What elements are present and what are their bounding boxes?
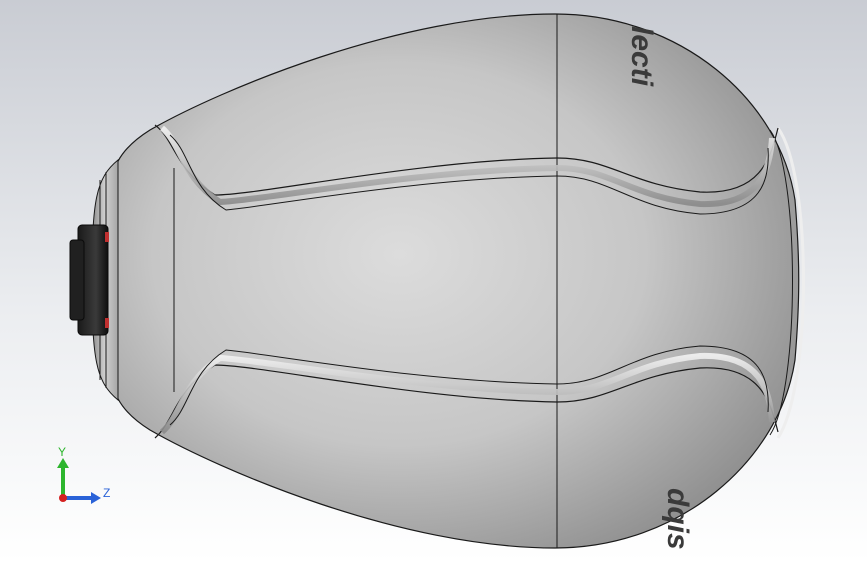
egg-body-shell[interactable] [109, 13, 800, 549]
y-axis-arrow [57, 458, 69, 468]
z-axis-label: Z [103, 486, 110, 500]
3d-viewport[interactable]: lecti dqis Y Z [0, 0, 867, 562]
logo-text-bottom: dqis [661, 488, 694, 550]
logo-text-top: lecti [625, 26, 658, 87]
y-axis-label: Y [58, 445, 66, 459]
lens-accent-top [105, 232, 109, 242]
coordinate-triad: Y Z [57, 445, 110, 504]
x-axis-dot [59, 494, 67, 502]
front-cap[interactable] [69, 158, 119, 402]
z-axis-arrow [91, 492, 101, 504]
lens-accent-bottom [105, 318, 109, 328]
lens-front[interactable] [69, 239, 85, 321]
egg-body[interactable]: lecti dqis [109, 13, 805, 550]
